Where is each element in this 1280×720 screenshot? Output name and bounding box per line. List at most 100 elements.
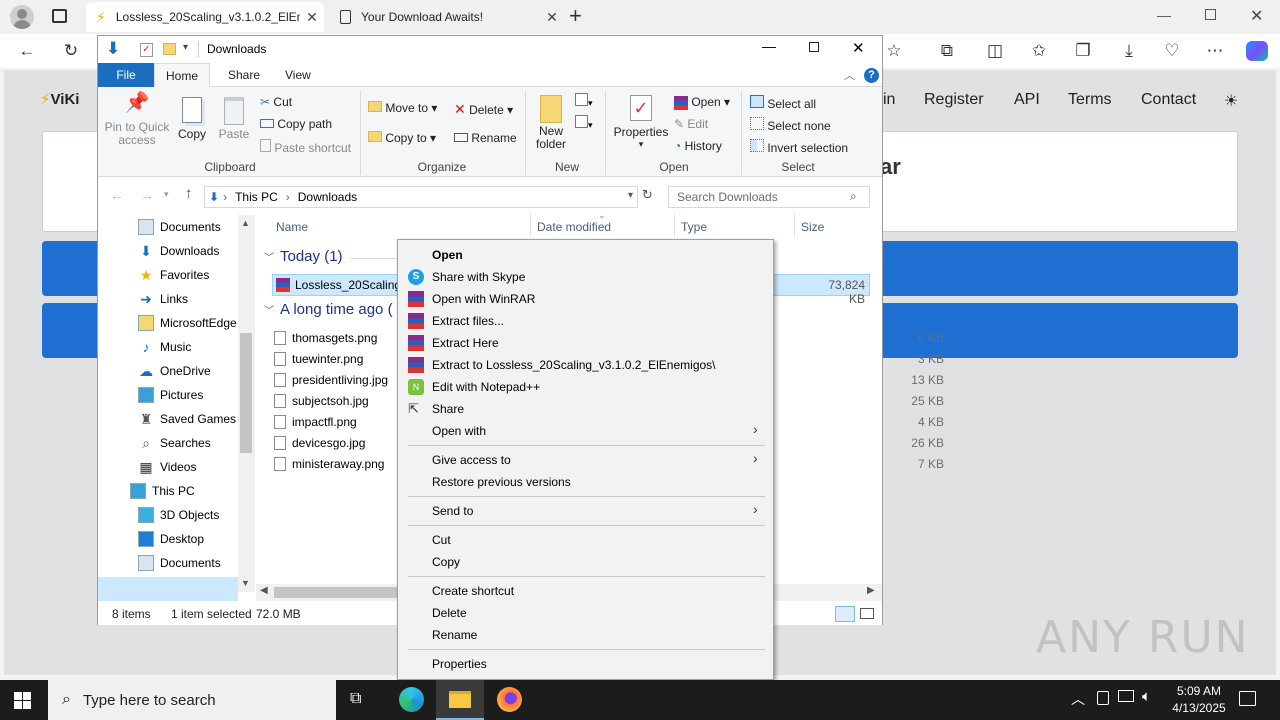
tab-download-awaits[interactable]: Your Download Awaits! ✕: [330, 2, 564, 32]
back-icon[interactable]: ←: [10, 34, 44, 68]
forward-arrow-icon[interactable]: →: [140, 187, 154, 203]
menu-item-extract-files[interactable]: Extract files...: [432, 310, 504, 332]
breadcrumb-downloads[interactable]: Downloads: [298, 190, 357, 204]
pin-quick-access-button[interactable]: 📌 Pin to Quick access: [104, 93, 170, 147]
close-window-button[interactable]: ✕: [1250, 6, 1263, 26]
menu-item-share[interactable]: Share: [432, 398, 464, 420]
menu-item-extract-to[interactable]: Extract to Lossless_20Scaling_v3.1.0.2_E…: [432, 354, 716, 376]
refresh-address-icon[interactable]: ↻: [642, 187, 653, 203]
new-tab-button[interactable]: +: [569, 3, 582, 29]
menu-item-cut[interactable]: Cut: [432, 529, 451, 551]
sidebar-item-documents[interactable]: Documents: [138, 551, 221, 575]
show-hidden-icons[interactable]: ︿: [1071, 689, 1085, 709]
workspaces-icon[interactable]: [52, 9, 67, 23]
group-header-today[interactable]: ﹀ Today (1): [264, 248, 343, 265]
details-view-icon[interactable]: [835, 606, 855, 622]
column-size[interactable]: Size: [801, 220, 824, 234]
performance-icon[interactable]: ♡: [1155, 34, 1189, 68]
paste-button[interactable]: Paste: [216, 97, 252, 141]
nav-register-link[interactable]: Register: [924, 91, 984, 109]
invert-selection-button[interactable]: Invert selection: [750, 139, 848, 155]
copilot-icon[interactable]: [1246, 41, 1268, 61]
new-folder-button[interactable]: New folder: [534, 95, 568, 151]
search-downloads-input[interactable]: Search Downloads: [668, 186, 870, 208]
cut-button[interactable]: ✂ Cut: [260, 95, 292, 109]
sidebar-item-links[interactable]: ➜ Links: [138, 287, 188, 311]
recent-locations-icon[interactable]: ▾: [164, 189, 169, 200]
menu-item-create-shortcut[interactable]: Create shortcut: [432, 580, 514, 602]
more-menu-icon[interactable]: ⋯: [1198, 34, 1232, 68]
select-none-button[interactable]: Select none: [750, 117, 831, 133]
properties-button[interactable]: ✓ Properties ▾: [612, 95, 670, 150]
sidebar-item-pictures[interactable]: Pictures: [138, 383, 203, 407]
menu-item-delete[interactable]: Delete: [432, 602, 467, 624]
tab-lossless-scaling[interactable]: ⚡ Lossless_20Scaling_v3.1.0.2_ElEne ✕: [86, 2, 324, 32]
menu-item-give-access[interactable]: Give access to: [432, 449, 511, 471]
sidebar-item-saved-games[interactable]: ♜ Saved Games: [138, 407, 236, 431]
menu-item-copy[interactable]: Copy: [432, 551, 460, 573]
move-to-button[interactable]: Move to ▾: [368, 101, 437, 115]
easy-access-icon[interactable]: ▾: [575, 115, 593, 131]
explorer-maximize-button[interactable]: [809, 42, 819, 52]
delete-button[interactable]: ✕ Delete ▾: [454, 101, 513, 118]
menu-item-open-with[interactable]: Open with: [432, 420, 486, 442]
nav-login-link[interactable]: in: [883, 91, 895, 109]
sidebar-item-desktop[interactable]: Desktop: [138, 527, 204, 551]
clock-time[interactable]: 5:09 AM: [1172, 684, 1226, 698]
history-button[interactable]: ◔ History: [674, 139, 722, 153]
sidebar-item-onedrive[interactable]: ☁ OneDrive: [138, 359, 211, 383]
edit-button[interactable]: ✎ Edit: [674, 117, 708, 131]
menu-item-open[interactable]: Open: [432, 244, 463, 266]
edge-icon[interactable]: [399, 687, 424, 712]
paste-shortcut-button[interactable]: Paste shortcut: [260, 139, 351, 155]
tab-home[interactable]: Home: [154, 63, 210, 87]
sidebar-item-searches[interactable]: ⌕ Searches: [138, 431, 211, 455]
nav-contact-link[interactable]: Contact: [1141, 91, 1196, 109]
minimize-window-button[interactable]: —: [1157, 7, 1171, 23]
customize-dropdown-icon[interactable]: ▾: [183, 42, 188, 53]
firefox-icon[interactable]: [497, 687, 522, 712]
nav-terms-link[interactable]: Terms: [1068, 91, 1112, 109]
sidebar-item-this-pc[interactable]: This PC: [130, 479, 195, 503]
taskbar-search-box[interactable]: ⌕ Type here to search: [48, 680, 336, 720]
explorer-minimize-button[interactable]: —: [762, 38, 776, 54]
column-type[interactable]: Type: [681, 220, 707, 234]
new-item-icon[interactable]: ▾: [575, 93, 593, 109]
sidebar-item-videos[interactable]: ▦ Videos: [138, 455, 196, 479]
sidebar-item-microsoftedge[interactable]: MicrosoftEdge: [138, 311, 237, 335]
start-button[interactable]: [14, 692, 32, 709]
address-dropdown-icon[interactable]: ▾: [628, 190, 633, 201]
close-tab-icon[interactable]: ✕: [540, 9, 564, 26]
restore-window-button[interactable]: [1205, 9, 1216, 20]
sidebar-item-music[interactable]: ♪ Music: [138, 335, 192, 359]
theme-toggle-icon[interactable]: ☀: [1224, 91, 1238, 111]
menu-item-edit-notepad[interactable]: Edit with Notepad++: [432, 376, 540, 398]
tab-share[interactable]: Share: [214, 63, 274, 87]
breadcrumb-this-pc[interactable]: This PC: [235, 190, 278, 204]
rename-button[interactable]: Rename: [454, 131, 517, 145]
menu-item-share-skype[interactable]: Share with Skype: [432, 266, 525, 288]
copy-to-button[interactable]: Copy to ▾: [368, 131, 436, 145]
copy-path-button[interactable]: Copy path: [260, 117, 332, 131]
site-logo[interactable]: ⚡ViKi: [40, 90, 79, 108]
menu-item-open-winrar[interactable]: Open with WinRAR: [432, 288, 535, 310]
column-date-modified[interactable]: Date modified: [537, 220, 611, 234]
tab-file[interactable]: File: [98, 63, 154, 87]
up-arrow-icon[interactable]: ↑: [185, 185, 193, 202]
nav-scrollbar[interactable]: ▲ ▼: [238, 215, 255, 592]
clock-date[interactable]: 4/13/2025: [1166, 701, 1232, 715]
menu-item-restore-versions[interactable]: Restore previous versions: [432, 471, 571, 493]
device-icon[interactable]: [1097, 691, 1109, 705]
collections-icon[interactable]: ❐: [1066, 34, 1100, 68]
task-view-icon[interactable]: ⧉: [350, 690, 361, 708]
tab-view[interactable]: View: [271, 63, 325, 87]
new-folder-icon[interactable]: [163, 43, 176, 55]
menu-item-send-to[interactable]: Send to: [432, 500, 473, 522]
sidebar-item-favorites[interactable]: ★ Favorites: [138, 263, 210, 287]
collapse-ribbon-icon[interactable]: ︿: [844, 67, 855, 83]
copy-button[interactable]: Copy: [176, 97, 208, 141]
help-icon[interactable]: ?: [864, 68, 879, 83]
downloads-icon[interactable]: ⤓: [1112, 34, 1146, 68]
menu-item-extract-here[interactable]: Extract Here: [432, 332, 499, 354]
address-bar[interactable]: ⬇ › This PC › Downloads ▾: [204, 186, 638, 208]
